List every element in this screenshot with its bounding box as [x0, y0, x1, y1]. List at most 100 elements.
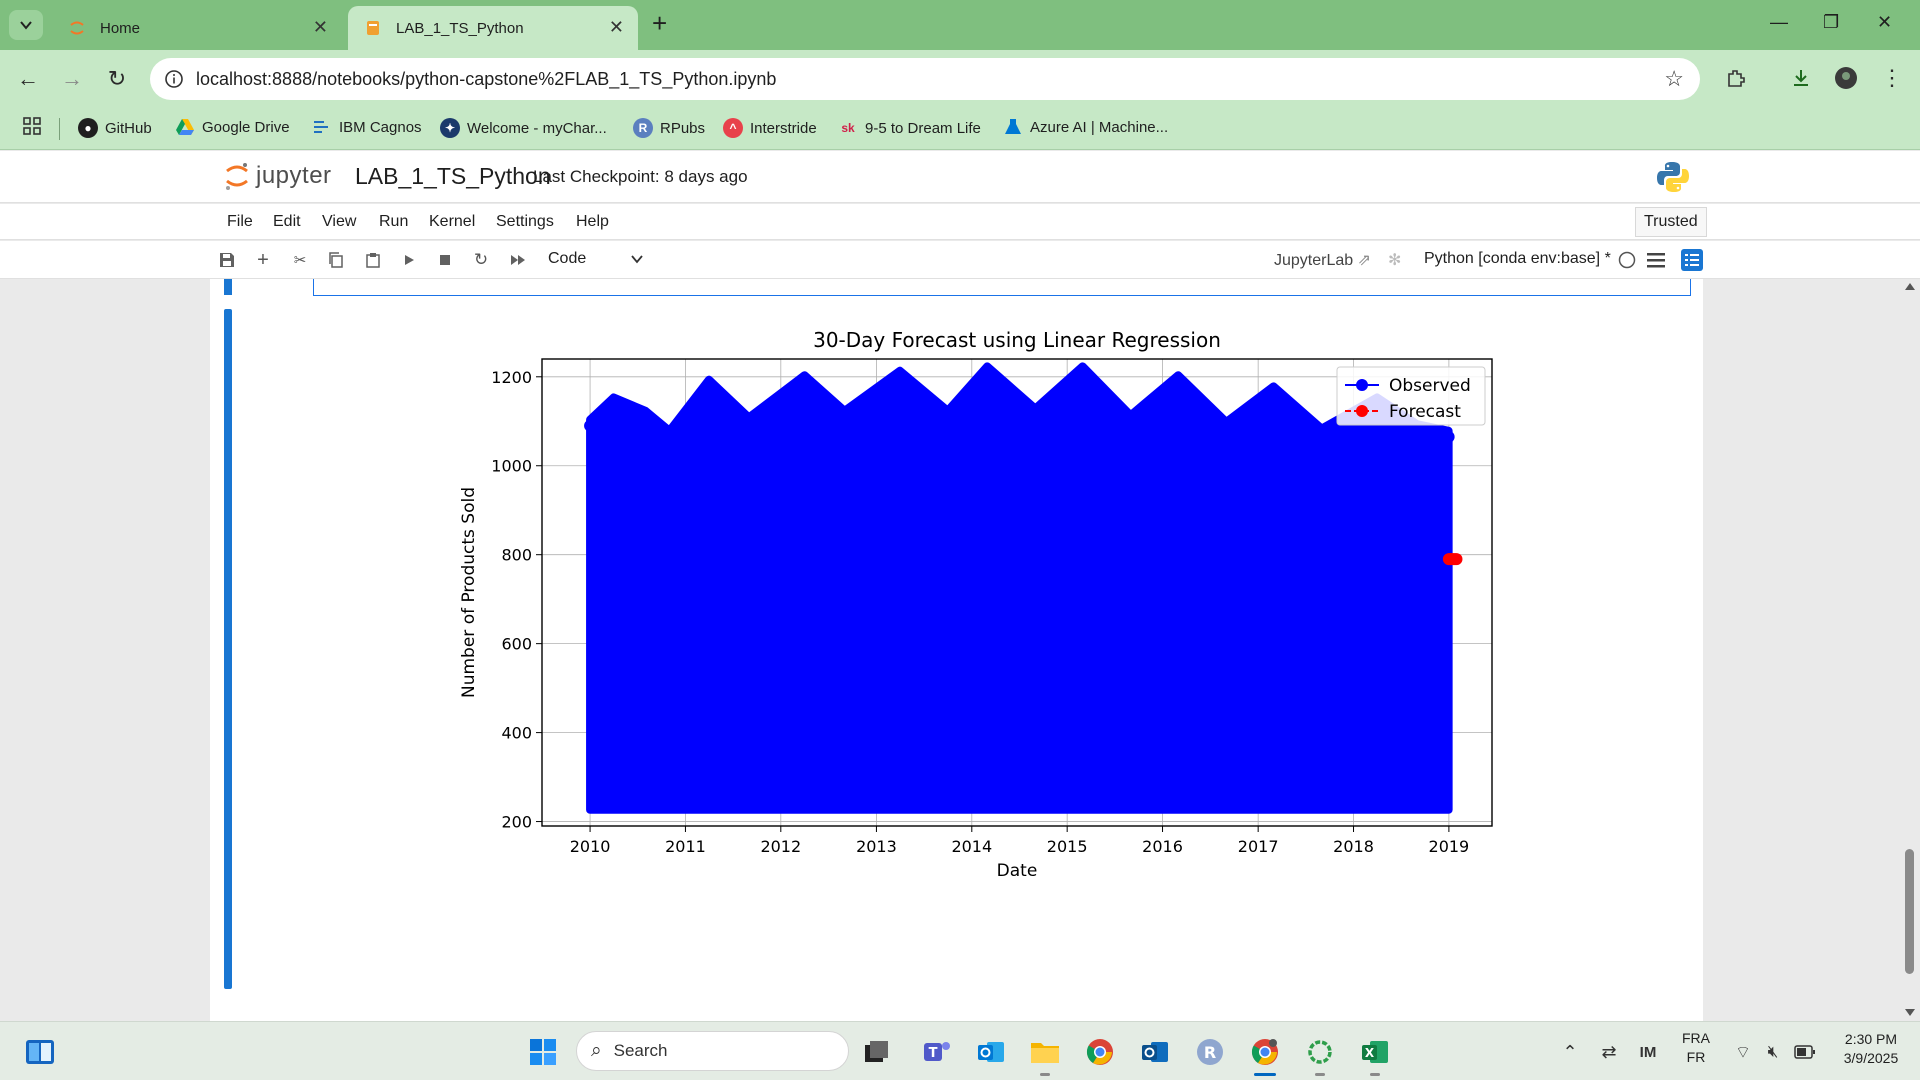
stop-icon[interactable]	[435, 250, 455, 270]
back-icon[interactable]: ←	[15, 66, 41, 92]
tray-app-icon[interactable]: IM	[1633, 1037, 1663, 1067]
forecast-point	[1450, 553, 1463, 566]
jupyterlab-link[interactable]: JupyterLab ⇗	[1274, 250, 1371, 270]
tab-lab-1-ts-python[interactable]: LAB_1_TS_Python ✕	[348, 6, 638, 50]
bookmark-github[interactable]: ● GitHub	[78, 118, 152, 138]
wifi-icon[interactable]: ⌔	[1728, 1037, 1758, 1067]
scroll-thumb[interactable]	[1905, 849, 1914, 974]
trusted-indicator[interactable]: Trusted	[1635, 207, 1707, 237]
jupyter-header: jupyter LAB_1_TS_Python Last Checkpoint:…	[0, 151, 1920, 203]
bookmark-interstride[interactable]: ^ Interstride	[723, 118, 817, 138]
chevron-up-icon[interactable]: ⌃	[1555, 1037, 1585, 1067]
save-icon[interactable]	[217, 250, 237, 270]
bookmark-mychart[interactable]: ✦ Welcome - myChar...	[440, 118, 607, 138]
scroll-up-icon[interactable]	[1905, 283, 1915, 290]
y-tick-label: 1200	[491, 368, 532, 387]
bookmarks-bar: ● GitHub Google Drive IBM Cagnos ✦ Welco…	[0, 108, 1920, 150]
profile-avatar[interactable]	[1832, 64, 1860, 92]
cell-type-select[interactable]: Code	[548, 250, 586, 268]
file-explorer-icon[interactable]	[1030, 1037, 1060, 1067]
restart-icon[interactable]: ↻	[471, 250, 491, 270]
task-view-icon[interactable]	[862, 1037, 892, 1067]
start-icon[interactable]	[528, 1037, 558, 1067]
restart-run-all-icon[interactable]	[508, 250, 528, 270]
menu-kernel[interactable]: Kernel	[429, 213, 475, 231]
minimize-icon[interactable]: —	[1770, 12, 1788, 33]
copy-icon[interactable]	[326, 250, 346, 270]
output-collapser[interactable]	[224, 309, 232, 989]
run-icon[interactable]	[399, 250, 419, 270]
new-tab-button[interactable]: +	[652, 10, 667, 36]
chrome-profile-icon[interactable]	[1250, 1037, 1280, 1067]
clock[interactable]: 2:30 PM 3/9/2025	[1836, 1031, 1906, 1066]
menu-settings[interactable]: Settings	[496, 213, 554, 231]
menu-edit[interactable]: Edit	[273, 213, 301, 231]
bookmark-ibm-cagnos[interactable]: IBM Cagnos	[312, 118, 422, 136]
insert-cell-icon[interactable]: +	[253, 249, 273, 271]
taskbar-search[interactable]: ⌕ Search	[576, 1031, 849, 1071]
github-icon: ●	[78, 118, 98, 138]
google-drive-icon	[176, 119, 194, 135]
previous-cell-input[interactable]	[313, 279, 1691, 296]
bookmark-9-5-to-dream-life[interactable]: sk 9-5 to Dream Life	[838, 118, 981, 138]
menu-view[interactable]: View	[322, 213, 356, 231]
bookmark-star-icon[interactable]: ☆	[1664, 66, 1684, 92]
sk-icon: sk	[841, 121, 855, 135]
apps-grid-icon[interactable]	[22, 116, 42, 136]
jupyter-logo[interactable]: jupyter	[224, 161, 332, 191]
restore-icon[interactable]: ❐	[1823, 12, 1839, 33]
observed-point	[1124, 415, 1137, 428]
menu-file[interactable]: File	[227, 213, 253, 231]
menu-lines-icon[interactable]	[1647, 252, 1665, 268]
outlook-new-icon[interactable]	[1140, 1037, 1170, 1067]
extensions-icon[interactable]	[1722, 64, 1750, 92]
close-icon[interactable]: ✕	[609, 18, 624, 36]
debugger-icon[interactable]: ✻	[1388, 250, 1401, 270]
battery-icon[interactable]	[1790, 1037, 1820, 1067]
site-info-icon[interactable]	[164, 69, 184, 89]
forward-icon[interactable]: →	[59, 66, 85, 92]
y-tick-label: 600	[501, 635, 532, 654]
scroll-down-icon[interactable]	[1905, 1009, 1915, 1016]
table-of-contents-icon[interactable]	[1681, 249, 1703, 271]
menu-help[interactable]: Help	[576, 213, 609, 231]
outlook-icon[interactable]	[976, 1037, 1006, 1067]
input-language[interactable]: FRA FR	[1680, 1030, 1712, 1065]
loading-app-icon[interactable]	[1305, 1037, 1335, 1067]
page-scrollbar[interactable]	[1900, 279, 1920, 1021]
downloads-icon[interactable]	[1787, 64, 1815, 92]
notebook-toolbar: + ✂ ↻ Code JupyterLab ⇗ ✻ Python [conda …	[0, 241, 1920, 279]
ibm-cognos-icon	[314, 121, 328, 133]
bookmark-google-drive[interactable]: Google Drive	[175, 118, 290, 136]
chevron-down-icon[interactable]	[630, 252, 644, 266]
close-icon[interactable]: ✕	[313, 18, 328, 36]
legend-observed-label: Observed	[1389, 376, 1471, 396]
widgets-icon[interactable]	[25, 1037, 55, 1067]
observed-point	[1411, 424, 1424, 437]
teams-icon[interactable]: T	[922, 1037, 952, 1067]
x-tick-label: 2018	[1333, 837, 1374, 856]
reload-icon[interactable]: ↻	[104, 66, 130, 92]
tab-home[interactable]: Home ✕	[52, 6, 342, 50]
bookmark-azure-ai[interactable]: Azure AI | Machine...	[1003, 118, 1168, 136]
running-indicator	[1040, 1073, 1050, 1076]
cut-icon[interactable]: ✂	[290, 250, 310, 270]
x-tick-label: 2010	[570, 837, 611, 856]
tab-search-button[interactable]	[9, 10, 43, 40]
kernel-name[interactable]: Python [conda env:base] *	[1424, 250, 1611, 268]
bookmark-rpubs[interactable]: R RPubs	[633, 118, 705, 138]
r-app-icon[interactable]: R	[1195, 1037, 1225, 1067]
paste-icon[interactable]	[363, 250, 383, 270]
cell-collapser[interactable]	[224, 279, 232, 295]
chrome-icon[interactable]	[1085, 1037, 1115, 1067]
tray-sync-icon[interactable]: ⇄	[1594, 1037, 1624, 1067]
excel-icon[interactable]: X	[1360, 1037, 1390, 1067]
close-window-icon[interactable]: ✕	[1877, 12, 1892, 33]
notebook-title[interactable]: LAB_1_TS_Python	[355, 163, 551, 190]
menu-run[interactable]: Run	[379, 213, 408, 231]
address-bar[interactable]: localhost:8888/notebooks/python-capstone…	[150, 58, 1700, 100]
x-tick-label: 2019	[1429, 837, 1470, 856]
bookmark-label: RPubs	[660, 119, 706, 137]
volume-muted-icon[interactable]: 🔇︎	[1758, 1037, 1788, 1067]
more-menu-icon[interactable]: ⋮	[1878, 64, 1906, 92]
